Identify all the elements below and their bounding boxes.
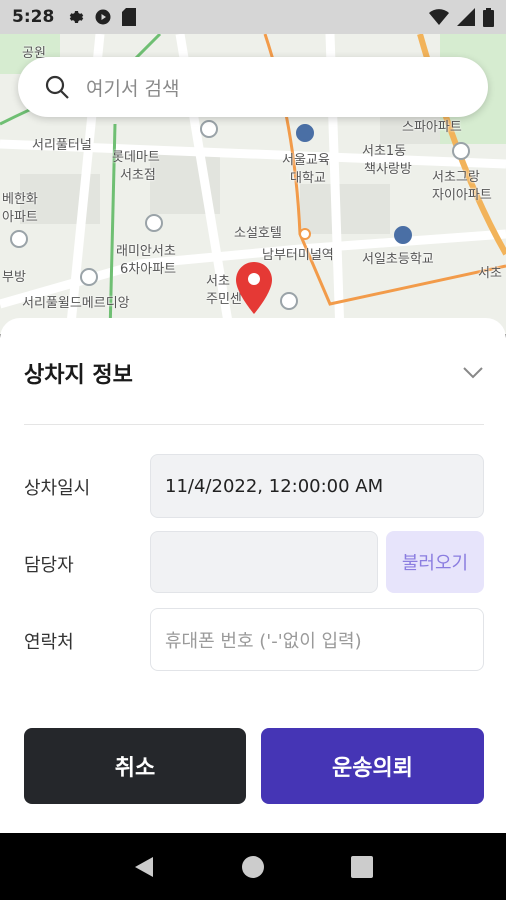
gear-icon [66, 8, 84, 26]
map-label: 서초1동 [362, 144, 407, 159]
map-label: 서초 [206, 274, 230, 289]
load-button[interactable]: 불러오기 [386, 531, 484, 593]
map-label: 대학교 [290, 171, 326, 186]
map-label: 서리풀터널 [32, 138, 92, 153]
map-label: 베한화 [2, 192, 38, 207]
poi-icon [10, 230, 28, 248]
school-icon [394, 226, 412, 244]
status-time: 5:28 [12, 7, 55, 27]
school-icon [296, 124, 314, 142]
manager-label: 담당자 [24, 555, 74, 576]
search-icon [44, 74, 70, 100]
map-label: 서리풀윌드메르디앙 [22, 296, 130, 311]
signal-icon [457, 8, 475, 26]
map-label: 서초 [478, 266, 502, 281]
building-icon [80, 268, 98, 286]
map-label: 책사랑방 [364, 162, 412, 177]
home-icon[interactable] [241, 855, 265, 879]
navigation-bar [0, 833, 506, 900]
map-label: 스파아파트 [402, 120, 462, 135]
datetime-label: 상차일시 [24, 478, 91, 499]
sd-card-icon [122, 8, 137, 26]
battery-icon [483, 7, 494, 27]
map-label: 자이아파트 [432, 188, 492, 203]
loading-info-sheet: 상차지 정보 상차일시 11/4/2022, 12:00:00 AM 담당자 불… [0, 318, 506, 833]
sheet-header[interactable]: 상차지 정보 [24, 358, 484, 388]
map-label: 서울교육 [282, 153, 330, 168]
status-bar: 5:28 [0, 0, 506, 34]
map-label: 아파트 [2, 210, 38, 225]
map-label: 서일초등학교 [362, 252, 434, 267]
chevron-down-icon[interactable] [462, 366, 484, 380]
contact-label: 연락처 [24, 632, 74, 653]
map-label: 롯데마트 [112, 150, 160, 165]
poi-icon [452, 142, 470, 160]
divider [24, 424, 484, 425]
map-label: 6차아파트 [120, 262, 177, 277]
datetime-field[interactable]: 11/4/2022, 12:00:00 AM [150, 454, 484, 518]
map-label: 서초그랑 [432, 170, 480, 185]
cancel-button[interactable]: 취소 [24, 728, 246, 804]
map-label: 래미안서초 [116, 244, 176, 259]
search-placeholder: 여기서 검색 [86, 77, 180, 100]
building-icon [280, 292, 298, 310]
status-notification-icons [66, 8, 137, 26]
recents-icon[interactable] [351, 855, 373, 878]
request-transport-button[interactable]: 운송의뢰 [261, 728, 484, 804]
manager-field[interactable] [150, 531, 378, 593]
map-label: 남부터미널역 [262, 248, 334, 263]
location-pin-icon [236, 262, 272, 318]
map-label: 소설호텔 [234, 226, 282, 241]
sheet-title: 상차지 정보 [24, 363, 133, 388]
search-bar[interactable]: 여기서 검색 [18, 57, 488, 117]
map-label: 부방 [2, 270, 26, 285]
contact-input[interactable]: 휴대폰 번호 ('-'없이 입력) [150, 608, 484, 671]
map-label: 서초점 [120, 168, 156, 183]
back-icon[interactable] [133, 855, 155, 879]
status-system-icons [429, 7, 494, 27]
wifi-icon [429, 9, 449, 25]
poi-icon [200, 120, 218, 138]
poi-icon [145, 214, 163, 232]
play-icon [94, 8, 112, 26]
